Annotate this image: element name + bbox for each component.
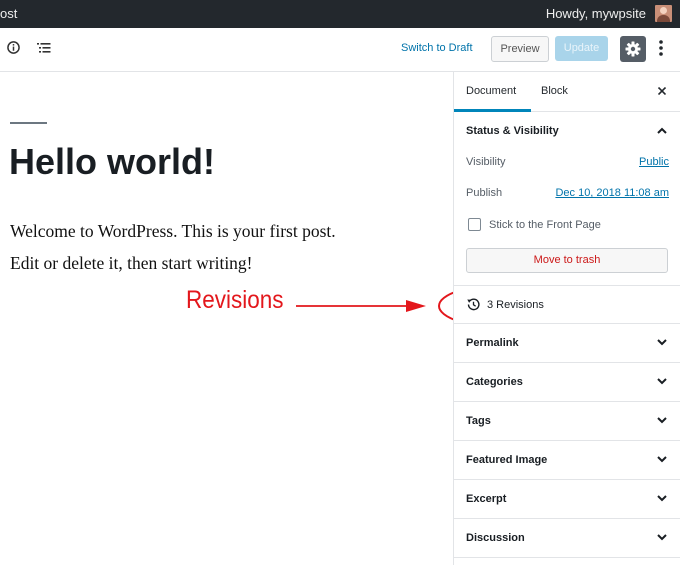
chevron-down-icon <box>657 378 667 385</box>
chevron-down-icon <box>657 456 667 463</box>
update-button[interactable]: Update <box>555 36 608 61</box>
howdy-greeting[interactable]: Howdy, mywpsite <box>546 6 646 21</box>
panel-title[interactable]: Status & Visibility <box>466 125 559 137</box>
visibility-value-link[interactable]: Public <box>639 156 669 168</box>
paragraph-block[interactable]: Welcome to WordPress. This is your first… <box>10 221 336 242</box>
stick-to-front-label[interactable]: Stick to the Front Page <box>489 219 601 231</box>
publish-date-link[interactable]: Dec 10, 2018 11:08 am <box>555 187 669 199</box>
panel-title: Excerpt <box>466 493 507 505</box>
settings-button[interactable] <box>620 36 646 62</box>
panel-tags[interactable]: Tags <box>454 402 680 441</box>
annotation-arrow-icon <box>296 300 426 312</box>
status-visibility-panel: Status & Visibility Visibility Public Pu… <box>454 112 680 286</box>
preview-button[interactable]: Preview <box>491 36 549 62</box>
info-icon[interactable] <box>7 41 20 54</box>
annotation-label: Revisions <box>186 286 284 314</box>
chevron-down-icon <box>657 417 667 424</box>
panel-title: Permalink <box>466 337 519 349</box>
sidebar-tabs: Document Block <box>454 72 680 112</box>
chevron-down-icon <box>657 339 667 346</box>
list-icon[interactable] <box>37 42 51 54</box>
admin-bar-left-text[interactable]: ost <box>0 6 17 21</box>
visibility-label: Visibility <box>466 156 506 168</box>
panel-featured-image[interactable]: Featured Image <box>454 441 680 480</box>
revisions-panel[interactable]: 3 Revisions <box>454 286 680 324</box>
settings-sidebar: Document Block Status & Visibility Visib… <box>453 72 680 565</box>
separator-block[interactable] <box>10 122 47 124</box>
revisions-label[interactable]: 3 Revisions <box>487 299 544 311</box>
avatar[interactable] <box>655 5 672 22</box>
paragraph-block[interactable]: Edit or delete it, then start writing! <box>10 253 253 274</box>
panel-discussion[interactable]: Discussion <box>454 519 680 558</box>
panel-excerpt[interactable]: Excerpt <box>454 480 680 519</box>
publish-label: Publish <box>466 187 503 199</box>
chevron-up-icon[interactable] <box>657 127 667 134</box>
panel-title: Featured Image <box>466 454 548 466</box>
switch-to-draft-link[interactable]: Switch to Draft <box>401 42 473 54</box>
editor-toolbar: Switch to Draft Preview Update <box>0 28 680 72</box>
panel-title: Categories <box>466 376 523 388</box>
post-title[interactable]: Hello world! <box>9 141 215 183</box>
panel-permalink[interactable]: Permalink <box>454 324 680 363</box>
vertical-ellipsis-icon[interactable] <box>657 39 665 57</box>
panel-title: Discussion <box>466 532 525 544</box>
chevron-down-icon <box>657 495 667 502</box>
move-to-trash-button[interactable]: Move to trash <box>466 248 668 273</box>
editor-canvas: Hello world! Welcome to WordPress. This … <box>0 72 453 565</box>
close-icon[interactable] <box>658 87 666 95</box>
admin-bar: ost Howdy, mywpsite <box>0 0 680 28</box>
panel-categories[interactable]: Categories <box>454 363 680 402</box>
tab-block[interactable]: Block <box>541 85 568 97</box>
stick-to-front-checkbox[interactable] <box>468 218 481 231</box>
chevron-down-icon <box>657 534 667 541</box>
gear-icon <box>625 41 641 57</box>
tab-document[interactable]: Document <box>466 85 516 97</box>
panel-title: Tags <box>466 415 491 427</box>
history-icon <box>467 298 480 311</box>
